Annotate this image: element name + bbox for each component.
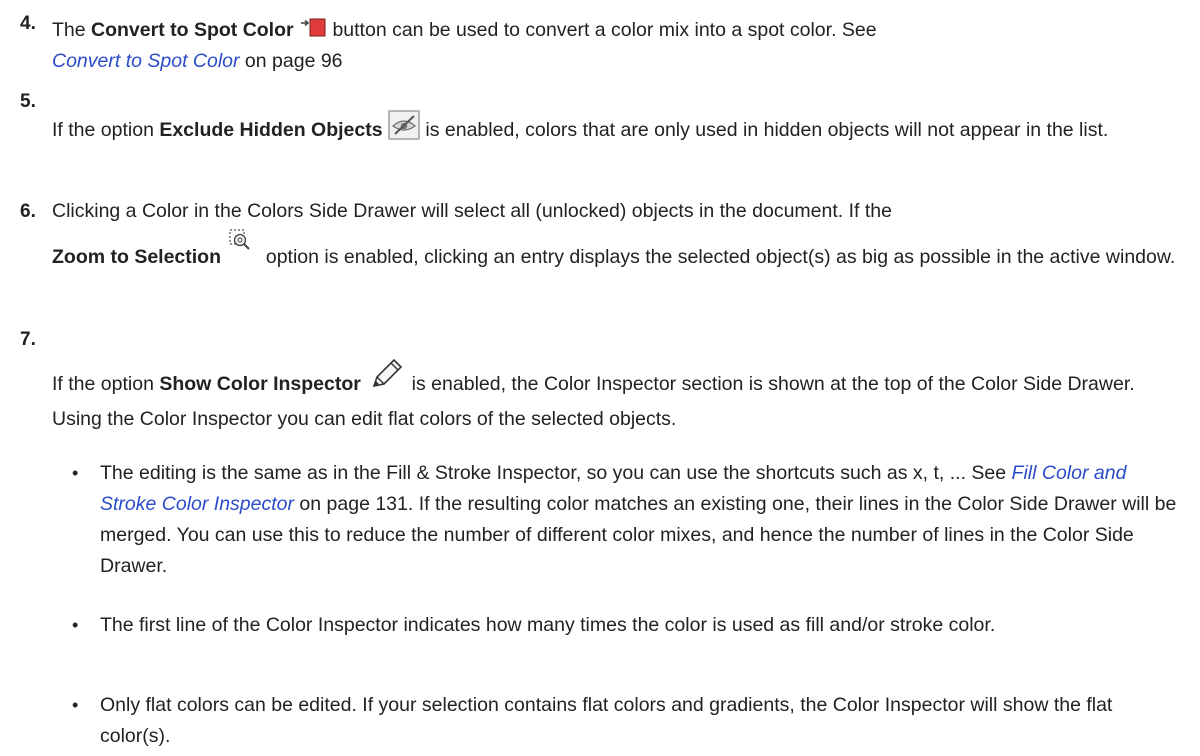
convert-to-spot-color-icon [299, 17, 327, 39]
bullet-item-3: • Only flat colors can be edited. If you… [0, 690, 1200, 754]
bullet-marker: • [72, 463, 79, 483]
pencil-icon [366, 356, 406, 394]
convert-to-spot-color-link[interactable]: Convert to Spot Color [52, 50, 240, 72]
item-text: If the option Show Color Inspector is en… [52, 358, 1180, 435]
list-item-7: 7. If the option Show Color Inspector is… [0, 324, 1200, 434]
list-item-6: 6. Clicking a Color in the Colors Side D… [0, 196, 1200, 316]
bullet-marker: • [72, 695, 79, 715]
bullet-text: Only flat colors can be edited. If your … [100, 694, 1113, 747]
item-text: If the option Exclude Hidden Objects is … [52, 110, 1180, 146]
bullet-item-2: • The first line of the Color Inspector … [0, 610, 1200, 674]
item-text: The Convert to Spot Color button can be … [52, 15, 1180, 77]
zoom-to-selection-icon [226, 227, 260, 261]
list-item-5: 5. If the option Exclude Hidden Objects … [0, 86, 1200, 186]
ui-term: Show Color Inspector [159, 373, 361, 396]
item-text: Clicking a Color in the Colors Side Draw… [52, 200, 1176, 269]
ui-term: Exclude Hidden Objects [159, 119, 383, 141]
ui-term: Convert to Spot Color [91, 19, 294, 41]
bullet-text: The first line of the Color Inspector in… [100, 614, 996, 636]
item-number: 6. [20, 201, 36, 222]
item-number: 4. [20, 13, 36, 34]
bullet-marker: • [72, 615, 79, 635]
bullet-item-1: • The editing is the same as in the Fill… [0, 458, 1200, 588]
bullet-text: The editing is the same as in the Fill &… [100, 462, 1177, 577]
item-number: 5. [20, 91, 36, 112]
list-item-4: 4. The Convert to Spot Color button can … [0, 6, 1200, 72]
exclude-hidden-objects-icon [388, 110, 420, 140]
ui-term: Zoom to Selection [52, 246, 222, 269]
item-number: 7. [20, 329, 36, 350]
